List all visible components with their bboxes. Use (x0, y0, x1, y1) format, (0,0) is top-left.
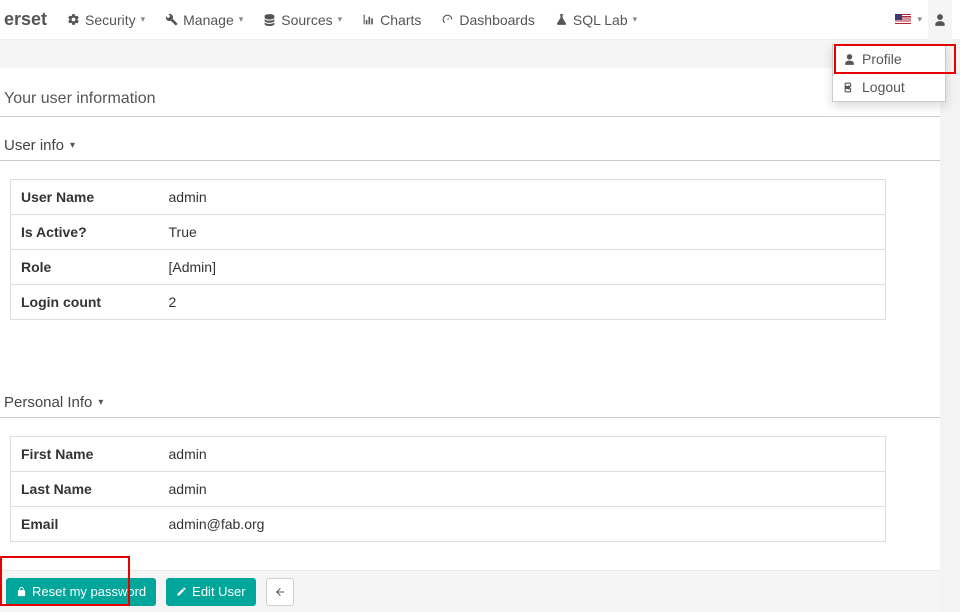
nav-label: Security (85, 12, 136, 28)
row-label: Role (11, 250, 159, 285)
table-row: First Name admin (11, 437, 886, 472)
row-label: Last Name (11, 472, 159, 507)
chevron-down-icon: ▾ (633, 14, 638, 25)
table-row: User Name admin (11, 180, 886, 215)
menu-item-logout[interactable]: Logout (833, 73, 945, 101)
row-label: First Name (11, 437, 159, 472)
table-row: Email admin@fab.org (11, 507, 886, 542)
section-label: Personal Info (4, 394, 92, 411)
edit-user-button[interactable]: Edit User (166, 578, 255, 606)
row-label: Login count (11, 285, 159, 320)
menu-item-label: Profile (862, 51, 902, 67)
user-menu-trigger[interactable] (928, 0, 952, 40)
nav-dashboards[interactable]: Dashboards (431, 0, 545, 40)
table-row: Is Active? True (11, 215, 886, 250)
top-navbar: erset Security ▾ Manage ▾ Sources ▾ Char… (0, 0, 960, 40)
nav-label: SQL Lab (573, 12, 628, 28)
back-button[interactable] (266, 578, 294, 606)
chevron-down-icon: ▾ (98, 397, 103, 408)
sub-header-strip (0, 40, 960, 68)
nav-label: Dashboards (459, 12, 535, 28)
flask-icon (555, 13, 568, 26)
nav-manage[interactable]: Manage ▾ (155, 0, 253, 40)
row-value: True (159, 215, 886, 250)
arrow-left-icon (274, 586, 286, 598)
user-dropdown: Profile Logout (832, 44, 946, 102)
nav-sqllab[interactable]: SQL Lab ▾ (545, 0, 647, 40)
row-label: Is Active? (11, 215, 159, 250)
wrench-icon (165, 13, 178, 26)
locale-switcher[interactable]: ▾ (889, 0, 928, 40)
chevron-down-icon: ▾ (917, 14, 922, 25)
button-label: Reset my password (32, 584, 146, 599)
nav-sources[interactable]: Sources ▾ (253, 0, 352, 40)
table-row: Last Name admin (11, 472, 886, 507)
nav-label: Sources (281, 12, 332, 28)
menu-item-profile[interactable]: Profile (833, 45, 945, 73)
chevron-down-icon: ▾ (338, 14, 343, 25)
nav-security[interactable]: Security ▾ (57, 0, 155, 40)
us-flag-icon (895, 14, 911, 25)
footer-actions: Reset my password Edit User (0, 570, 940, 612)
nav-label: Manage (183, 12, 234, 28)
chevron-down-icon: ▾ (239, 14, 244, 25)
nav-charts[interactable]: Charts (352, 0, 431, 40)
bar-chart-icon (362, 13, 375, 26)
row-value: admin (159, 180, 886, 215)
user-icon (933, 13, 947, 27)
row-value: admin (159, 472, 886, 507)
table-row: Role [Admin] (11, 250, 886, 285)
row-value: 2 (159, 285, 886, 320)
row-label: User Name (11, 180, 159, 215)
brand-logo[interactable]: erset (4, 9, 47, 30)
row-value: admin@fab.org (159, 507, 886, 542)
section-user-info-title[interactable]: User info ▾ (0, 117, 952, 161)
user-icon (843, 53, 856, 66)
row-value: admin (159, 437, 886, 472)
button-label: Edit User (192, 584, 245, 599)
chevron-down-icon: ▾ (70, 140, 75, 151)
edit-icon (176, 586, 187, 597)
chevron-down-icon: ▾ (141, 14, 146, 25)
dashboard-icon (441, 13, 454, 26)
database-icon (263, 13, 276, 26)
logout-icon (843, 81, 856, 94)
row-value: [Admin] (159, 250, 886, 285)
section-personal-info-title[interactable]: Personal Info ▾ (0, 374, 952, 418)
page-title: Your user information (0, 68, 952, 117)
table-row: Login count 2 (11, 285, 886, 320)
content-area: Your user information User info ▾ User N… (0, 68, 960, 542)
section-label: User info (4, 137, 64, 154)
menu-item-label: Logout (862, 79, 905, 95)
user-info-table: User Name admin Is Active? True Role [Ad… (10, 179, 886, 320)
reset-password-button[interactable]: Reset my password (6, 578, 156, 606)
cog-icon (67, 13, 80, 26)
lock-icon (16, 586, 27, 597)
row-label: Email (11, 507, 159, 542)
nav-label: Charts (380, 12, 421, 28)
personal-info-table: First Name admin Last Name admin Email a… (10, 436, 886, 542)
